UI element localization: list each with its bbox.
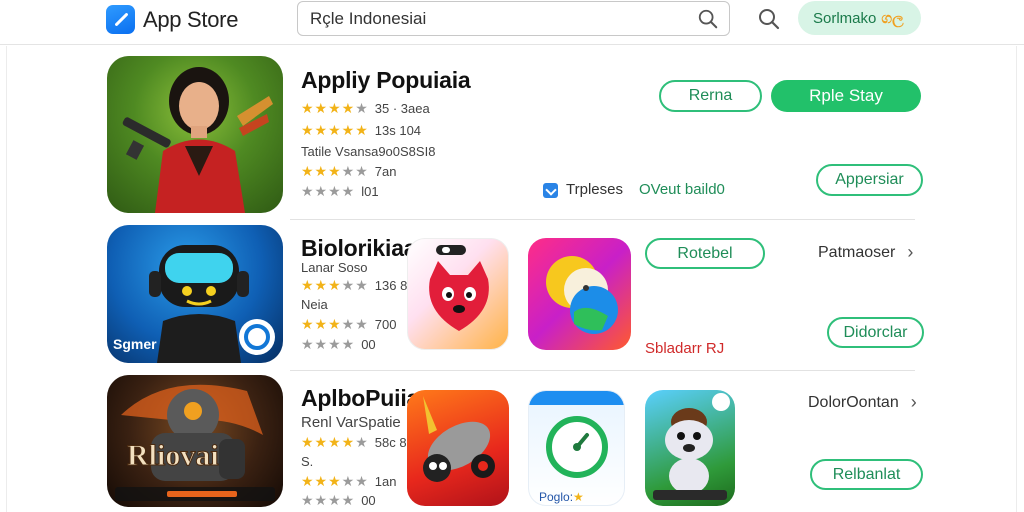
- app-store-logo-icon: [106, 5, 135, 34]
- rating-text: 7an: [374, 164, 397, 179]
- meta-value: OVeut baild0: [639, 181, 725, 198]
- rating-line: ★★★★★ 58c 80: [301, 434, 414, 451]
- description-line: Renl VarSpatie: [301, 414, 401, 431]
- rating-line: ★★★★ 00: [301, 492, 376, 509]
- description-line: S.: [301, 454, 313, 469]
- rating-line: ★★★★★ 700: [301, 316, 396, 333]
- see-more-label: Patmaoser: [818, 243, 896, 261]
- see-more-link[interactable]: DolorOontan ›: [808, 392, 917, 413]
- rating-line: ★★★★★ 136 8: [301, 277, 407, 294]
- meta-label: Trpleses: [566, 181, 623, 198]
- app-artwork-hero[interactable]: Rliovai: [107, 375, 283, 507]
- rating-text: 1an: [374, 474, 397, 489]
- tile-caption-star: ★: [573, 490, 584, 504]
- description-text: Neia: [301, 297, 328, 312]
- star-rating: ★★★★★: [301, 122, 369, 138]
- rating-line: ★★★★★ 13s 104: [301, 122, 421, 139]
- star-rating: ★★★★★: [301, 316, 369, 332]
- character-illustration: [122, 67, 273, 213]
- star-rating: ★★★★★: [301, 163, 369, 179]
- get-button[interactable]: Rple Stay: [771, 80, 921, 112]
- rating-text: 700: [374, 317, 397, 332]
- art-caption: Rliovai: [127, 439, 219, 472]
- rating-line: ★★★★ l01: [301, 183, 379, 200]
- logo-text: App Store: [143, 6, 239, 32]
- star-rating: ★★★★★: [301, 434, 369, 450]
- star-rating: ★★★★★: [301, 473, 369, 489]
- search-icon[interactable]: [757, 7, 781, 31]
- header-divider: [0, 44, 1024, 45]
- action-button[interactable]: Didorclar: [827, 317, 924, 348]
- sign-in-button[interactable]: Sorlmako ගල: [798, 1, 921, 35]
- search-icon[interactable]: [697, 8, 719, 30]
- description-text: Lanar Soso: [301, 260, 368, 275]
- chat-bubbles-app-icon[interactable]: [528, 238, 631, 350]
- app-artwork-hero[interactable]: [107, 56, 283, 213]
- chevron-right-icon: ›: [910, 392, 917, 412]
- app-title[interactable]: Biolorikiaa: [301, 235, 417, 262]
- rating-text: l01: [361, 184, 379, 199]
- chevron-right-icon: ›: [907, 242, 914, 262]
- search-box[interactable]: [297, 1, 730, 36]
- dog-app-icon[interactable]: [645, 390, 735, 506]
- check-icon: [543, 183, 558, 198]
- rating-text: 136 8: [374, 278, 408, 293]
- sign-in-label: Sorlmako: [813, 9, 877, 27]
- rating-line: ★★★★★ 1an: [301, 473, 396, 490]
- row-divider: [290, 370, 915, 371]
- rating-text: 00: [361, 337, 376, 352]
- description-line: Tatile Vsansa9o0S8SI8: [301, 144, 435, 159]
- rating-line: ★★★★ 00: [301, 336, 376, 353]
- app-artwork-hero[interactable]: Sgmer: [107, 225, 283, 363]
- rating-text: 13s 104: [374, 123, 422, 138]
- rating-line: ★★★★★ 7an: [301, 163, 396, 180]
- star-rating: ★★★★: [301, 183, 356, 199]
- robot-illustration: Sgmer: [113, 245, 275, 363]
- see-more-link[interactable]: Patmaoser ›: [818, 242, 913, 263]
- secondary-button[interactable]: Rotebel: [645, 238, 765, 269]
- top-bar: App Store Sorlmako ගල: [0, 0, 1024, 42]
- description-text: Renl VarSpatie: [301, 414, 401, 431]
- timer-app-icon[interactable]: Poglo:★: [528, 390, 625, 506]
- sign-in-badge: ගල: [881, 9, 904, 27]
- red-label: Sbladarr RJ: [645, 340, 725, 357]
- app-title[interactable]: Appliy Popuiaia: [301, 67, 471, 94]
- description-line: Neia: [301, 297, 328, 312]
- app-store-page: App Store Sorlmako ගල: [0, 0, 1024, 512]
- tile-caption: Poglo:★: [539, 490, 584, 504]
- description-line: Lanar Soso: [301, 260, 368, 275]
- action-button[interactable]: Appersiar: [816, 164, 923, 196]
- star-rating: ★★★★: [301, 492, 356, 508]
- rating-text: 00: [361, 493, 376, 508]
- rating-line: ★★★★★ 35 · 3aea: [301, 100, 430, 117]
- star-rating: ★★★★★: [301, 277, 369, 293]
- cat-app-icon[interactable]: [407, 238, 509, 350]
- knight-app-icon[interactable]: [407, 390, 509, 506]
- row-divider: [290, 219, 915, 220]
- secondary-button[interactable]: Rerna: [659, 80, 762, 112]
- app-store-logo[interactable]: App Store: [106, 5, 238, 34]
- description-text: Tatile Vsansa9o0S8SI8: [301, 144, 436, 159]
- rating-text: 35 · 3aea: [374, 101, 430, 116]
- app-title[interactable]: AplboPuiia: [301, 385, 419, 412]
- action-button[interactable]: Relbanlat: [810, 459, 923, 490]
- see-more-label: DolorOontan: [808, 393, 899, 411]
- right-border: [1016, 46, 1017, 512]
- description-text: S.: [301, 454, 314, 469]
- art-caption: Sgmer: [113, 336, 157, 352]
- armored-character-illustration: Rliovai: [115, 384, 275, 501]
- star-rating: ★★★★★: [301, 100, 369, 116]
- left-border: [6, 46, 7, 512]
- star-rating: ★★★★: [301, 336, 356, 352]
- search-input[interactable]: [310, 8, 690, 30]
